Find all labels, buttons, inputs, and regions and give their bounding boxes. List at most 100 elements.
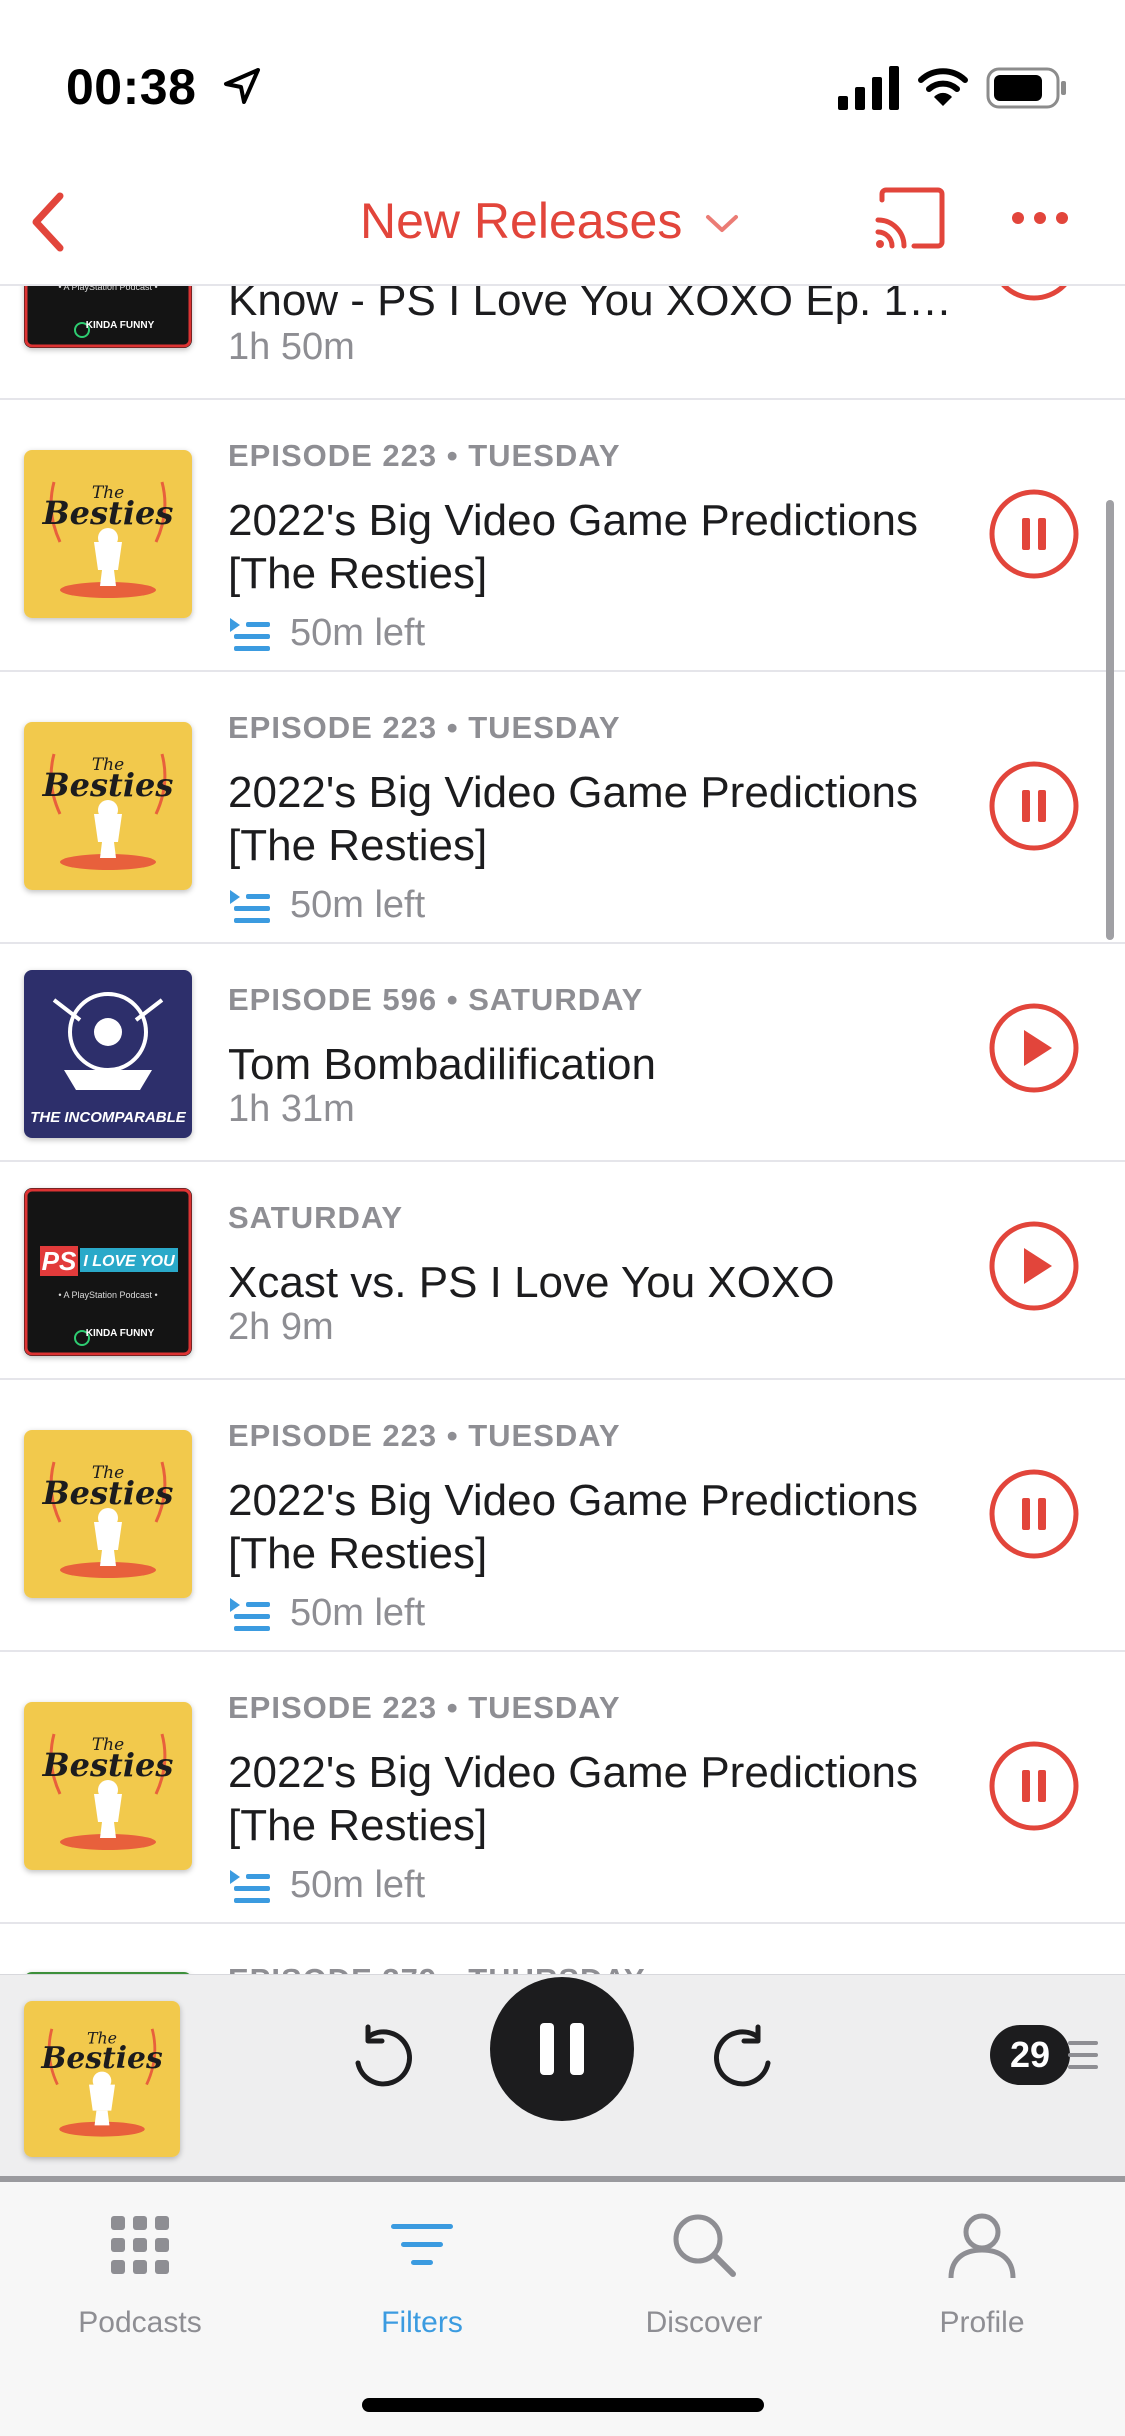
pause-episode-button[interactable] <box>988 1740 1080 1832</box>
episode-artwork[interactable]: The Besties <box>24 450 192 618</box>
episode-meta: EPISODE 223 • TUESDAY <box>228 1690 621 1725</box>
pause-button[interactable] <box>490 1977 634 2121</box>
art-brand-text: KINDA FUNNY <box>86 320 155 331</box>
episode-duration: 50m left <box>228 612 425 655</box>
episode-meta: EPISODE 223 • TUESDAY <box>228 1418 621 1453</box>
pause-icon <box>989 489 1079 579</box>
episode-title[interactable]: Tom Bombadilification <box>228 1038 968 1091</box>
episode-artwork[interactable]: THE INCOMPARABLE <box>24 970 192 1138</box>
episode-artwork[interactable]: The Besties <box>24 722 192 890</box>
episode-row[interactable]: PS I LOVE YOU • A PlayStation Podcast • … <box>0 284 1125 400</box>
episode-duration-text: 2h 9m <box>228 1306 334 1348</box>
episode-duration: 50m left <box>228 1592 425 1635</box>
ps-i-love-you-artwork: PS I LOVE YOU • A PlayStation Podcast • … <box>24 284 192 348</box>
tab-filters[interactable]: Filters <box>322 2210 522 2340</box>
episode-list[interactable]: PS I LOVE YOU • A PlayStation Podcast • … <box>0 284 1125 1974</box>
up-next-list-icon[interactable] <box>1068 2037 1102 2073</box>
art-text-big: Besties <box>42 1746 174 1784</box>
episode-duration-text: 1h 31m <box>228 1088 355 1130</box>
up-next-count-badge[interactable]: 29 <box>990 2025 1070 2085</box>
search-icon <box>673 2214 736 2277</box>
cellular-signal-icon <box>838 66 899 110</box>
more-options-button[interactable] <box>1010 208 1070 228</box>
pause-episode-button[interactable] <box>988 1468 1080 1560</box>
pause-episode-button[interactable] <box>988 488 1080 580</box>
episode-title[interactable]: 2022's Big Video Game Predictions [The R… <box>228 766 968 872</box>
episode-title[interactable]: 2022's Big Video Game Predictions [The R… <box>228 1746 968 1852</box>
episode-row[interactable]: The Besties EPISODE 223 • TUESDAY 2022's … <box>0 1378 1125 1652</box>
episode-duration: 50m left <box>228 884 425 927</box>
tab-label-podcasts: Podcasts <box>78 2306 202 2339</box>
episode-row[interactable]: EPISODE 379 • THURSDAY <box>0 1922 1125 1974</box>
back-button[interactable] <box>20 182 90 262</box>
pause-episode-button[interactable] <box>988 760 1080 852</box>
episode-artwork[interactable]: PS I LOVE YOU • A PlayStation Podcast • … <box>24 1188 192 1356</box>
home-indicator[interactable] <box>362 2398 764 2412</box>
art-sub-text: • A PlayStation Podcast • <box>58 1290 157 1300</box>
episode-artwork[interactable]: The Besties <box>24 1702 192 1870</box>
episode-row[interactable]: The Besties EPISODE 223 • TUESDAY 2022's … <box>0 398 1125 672</box>
play-icon <box>989 1003 1079 1093</box>
pause-icon <box>989 761 1079 851</box>
pause-icon <box>989 1469 1079 1559</box>
location-arrow-icon <box>224 68 260 104</box>
episode-duration-text: 50m left <box>290 612 426 654</box>
up-next-queue-icon <box>230 617 270 651</box>
art-text-big: Besties <box>42 1474 174 1512</box>
besties-artwork: The Besties <box>24 2001 180 2157</box>
mini-player-artwork[interactable]: The Besties <box>24 2001 180 2157</box>
besties-artwork: The Besties <box>24 1430 192 1598</box>
art-text-big: Besties <box>42 766 174 804</box>
tab-label-filters: Filters <box>381 2306 463 2339</box>
play-icon <box>999 284 1069 301</box>
filter-title-dropdown[interactable]: New Releases <box>360 186 740 256</box>
play-episode-button[interactable] <box>988 284 1080 302</box>
episode-row[interactable]: The Besties EPISODE 223 • TUESDAY 2022's … <box>0 1650 1125 1924</box>
tab-profile[interactable]: Profile <box>882 2210 1082 2340</box>
play-icon <box>989 1221 1079 1311</box>
episode-duration: 1h 31m <box>228 1088 355 1131</box>
grid-icon <box>111 2216 169 2274</box>
filters-icon <box>391 2224 453 2265</box>
skip-forward-button[interactable] <box>710 2023 776 2095</box>
ps-i-love-you-artwork: PS I LOVE YOU • A PlayStation Podcast • … <box>24 1188 192 1356</box>
play-episode-button[interactable] <box>988 1220 1080 1312</box>
mini-player[interactable]: The Besties 29 <box>0 1974 1125 2181</box>
profile-icon <box>948 2213 1016 2279</box>
up-next-queue-icon <box>230 889 270 923</box>
episode-artwork[interactable]: The Besties <box>24 1430 192 1598</box>
status-time: 00:38 <box>66 59 197 115</box>
episode-title[interactable]: 2022's Big Video Game Predictions [The R… <box>228 1474 968 1580</box>
up-next-queue-icon <box>230 1597 270 1631</box>
episode-row[interactable]: PS I LOVE YOU • A PlayStation Podcast • … <box>0 1160 1125 1380</box>
episode-artwork[interactable]: PS I LOVE YOU • A PlayStation Podcast • … <box>24 284 192 348</box>
episode-meta: SATURDAY <box>228 1200 404 1235</box>
art-brand-text: KINDA FUNNY <box>86 1328 155 1339</box>
skip-back-button[interactable] <box>350 2023 416 2095</box>
art-ps-text: PS <box>42 1246 77 1276</box>
episode-row[interactable]: The Besties EPISODE 223 • TUESDAY 2022's … <box>0 670 1125 944</box>
scroll-indicator[interactable] <box>1106 500 1114 940</box>
tab-label-discover: Discover <box>645 2306 763 2339</box>
besties-artwork: The Besties <box>24 722 192 890</box>
episode-meta: EPISODE 223 • TUESDAY <box>228 710 621 745</box>
cast-button[interactable] <box>874 186 946 250</box>
tab-podcasts[interactable]: Podcasts <box>40 2210 240 2340</box>
episode-title[interactable]: 2022's Big Video Game Predictions [The R… <box>228 494 968 600</box>
episode-meta: EPISODE 223 • TUESDAY <box>228 438 621 473</box>
chevron-down-icon <box>706 215 739 232</box>
episode-duration-text: 50m left <box>290 884 426 926</box>
besties-artwork: The Besties <box>24 1702 192 1870</box>
episode-title[interactable]: Xcast vs. PS I Love You XOXO <box>228 1256 968 1309</box>
tab-discover[interactable]: Discover <box>604 2210 804 2340</box>
up-next-queue-icon <box>230 1869 270 1903</box>
wifi-icon <box>918 68 968 106</box>
episode-duration-text: 1h 50m <box>228 326 355 368</box>
episode-title[interactable]: Know - PS I Love You XOXO Ep. 1… <box>228 284 968 327</box>
status-bar: 00:38 <box>0 0 1125 160</box>
episode-duration: 2h 9m <box>228 1306 334 1349</box>
pause-icon <box>989 1741 1079 1831</box>
tab-label-profile: Profile <box>939 2306 1025 2339</box>
play-episode-button[interactable] <box>988 1002 1080 1094</box>
episode-row[interactable]: THE INCOMPARABLE EPISODE 596 • SATURDAY T… <box>0 942 1125 1162</box>
